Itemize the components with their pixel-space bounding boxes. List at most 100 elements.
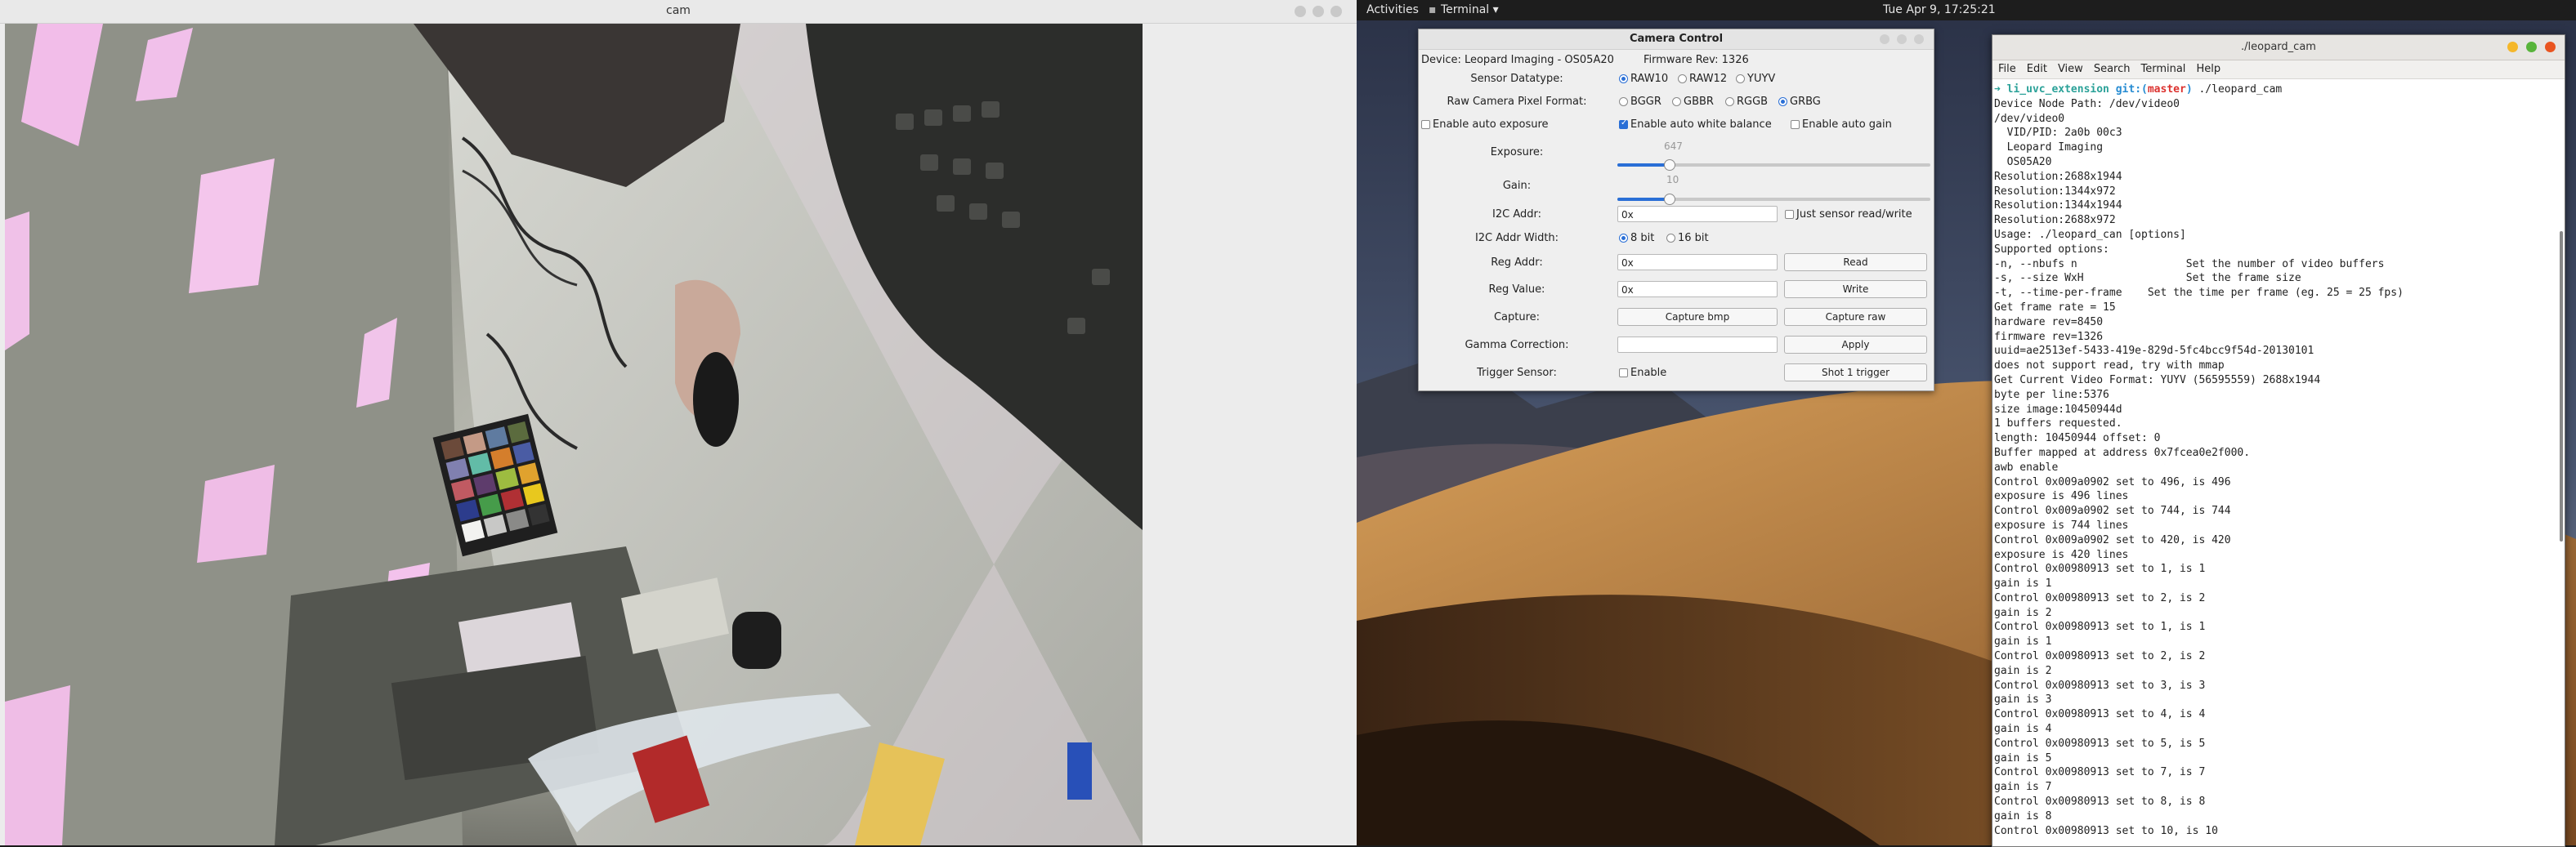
maximize-button[interactable] <box>2526 42 2537 52</box>
terminal-output[interactable]: ➜ li_uvc_extension git:(master) ./leopar… <box>1994 82 2553 845</box>
checkbox-indicator <box>1619 118 1628 129</box>
radio-indicator <box>1678 74 1687 83</box>
camera-control-title: Camera Control <box>1629 33 1724 45</box>
radio-rggb[interactable]: RGGB <box>1725 96 1768 108</box>
prompt-arrow: ➜ <box>1994 83 2001 96</box>
close-button[interactable] <box>1914 34 1924 44</box>
radio-label: RGGB <box>1737 96 1769 108</box>
radio-16bit[interactable]: 16 bit <box>1666 232 1709 244</box>
reg-value-label: Reg Value: <box>1488 283 1545 296</box>
radio-label: RAW10 <box>1630 73 1669 85</box>
menu-edit[interactable]: Edit <box>2021 60 2052 75</box>
auto-gain-checkbox[interactable]: Enable auto gain <box>1791 118 1892 131</box>
terminal-line: gain is 4 <box>1994 723 2052 736</box>
minimize-button[interactable] <box>1880 34 1890 44</box>
terminal-line: uuid=ae2513ef-5433-419e-829d-5fc4bcc9f54… <box>1994 345 2314 358</box>
exposure-slider-fill <box>1617 163 1670 167</box>
camera-control-titlebar[interactable]: Camera Control <box>1419 29 1934 50</box>
terminal-line: Control 0x00980913 set to 2, is 2 <box>1994 650 2206 663</box>
shot-trigger-button[interactable]: Shot 1 trigger <box>1784 363 1927 381</box>
terminal-line: 1 buffers requested. <box>1994 417 2122 430</box>
terminal-scrollbar[interactable] <box>2560 231 2563 542</box>
read-button[interactable]: Read <box>1784 253 1927 271</box>
terminal-line: gain is 5 <box>1994 751 2052 765</box>
just-sensor-checkbox[interactable]: Just sensor read/write <box>1785 208 1912 221</box>
cam-window: cam <box>0 0 1357 845</box>
firmware-label: Firmware Rev: 1326 <box>1644 54 1749 66</box>
terminal-title: ./leopard_cam <box>2241 41 2316 53</box>
menu-view[interactable]: View <box>2052 60 2088 75</box>
write-button[interactable]: Write <box>1784 280 1927 298</box>
terminal-line: Resolution:2688x1944 <box>1994 170 2122 183</box>
terminal-line: Control 0x00980913 set to 7, is 7 <box>1994 766 2206 779</box>
reg-addr-input[interactable]: 0x <box>1617 254 1778 270</box>
terminal-line: Control 0x00980913 set to 5, is 5 <box>1994 737 2206 750</box>
terminal-window: ./leopard_cam File Edit View Search Terminal… <box>1992 34 2565 847</box>
device-label: Device: Leopard Imaging - OS05A20 <box>1421 54 1614 66</box>
i2c-addr-input[interactable]: 0x <box>1617 206 1778 222</box>
radio-bggr[interactable]: BGGR <box>1619 96 1661 108</box>
gamma-input[interactable] <box>1617 337 1778 353</box>
apply-button[interactable]: Apply <box>1784 336 1927 354</box>
terminal-titlebar[interactable]: ./leopard_cam <box>1992 35 2565 60</box>
top-bar: Activities ▪ Terminal ▾ Tue Apr 9, 17:25… <box>1357 0 2576 20</box>
capture-raw-button[interactable]: Capture raw <box>1784 308 1927 326</box>
minimize-button[interactable] <box>1295 6 1306 17</box>
gain-slider-handle[interactable] <box>1664 194 1675 205</box>
radio-raw10[interactable]: RAW10 <box>1619 73 1668 85</box>
terminal-line: Buffer mapped at address 0x7fcea0e2f000. <box>1994 446 2251 459</box>
terminal-line: exposure is 496 lines <box>1994 490 2129 503</box>
checkbox-label: Enable auto gain <box>1802 118 1892 131</box>
terminal-line: exposure is 420 lines <box>1994 548 2129 561</box>
clock[interactable]: Tue Apr 9, 17:25:21 <box>1883 3 1996 16</box>
close-button[interactable] <box>2545 42 2556 52</box>
terminal-line: gain is 8 <box>1994 809 2052 822</box>
app-menu[interactable]: Terminal ▾ <box>1441 3 1499 16</box>
terminal-line: Control 0x009a0902 set to 420, is 420 <box>1994 533 2231 546</box>
checkbox-indicator <box>1785 210 1794 219</box>
radio-indicator <box>1725 97 1734 106</box>
maximize-button[interactable] <box>1897 34 1907 44</box>
radio-8bit[interactable]: 8 bit <box>1619 232 1654 244</box>
terminal-line: Control 0x00980913 set to 1, is 1 <box>1994 621 2206 634</box>
terminal-line: OS05A20 <box>1994 155 2052 168</box>
terminal-line: hardware rev=8450 <box>1994 315 2104 328</box>
radio-grbg[interactable]: GRBG <box>1778 96 1821 108</box>
i2c-addr-label: I2C Addr: <box>1492 208 1541 221</box>
trigger-enable-checkbox[interactable]: Enable <box>1619 367 1666 379</box>
auto-white-balance-checkbox[interactable]: Enable auto white balance <box>1619 118 1772 131</box>
sensor-datatype-label: Sensor Datatype: <box>1470 73 1563 85</box>
radio-label: 16 bit <box>1678 232 1709 244</box>
close-button[interactable] <box>1330 6 1342 17</box>
terminal-line: Control 0x00980913 set to 4, is 4 <box>1994 708 2206 721</box>
checkbox-label: Enable <box>1630 367 1667 379</box>
terminal-line: exposure is 744 lines <box>1994 519 2129 532</box>
trigger-label: Trigger Sensor: <box>1477 367 1557 379</box>
menu-file[interactable]: File <box>1992 60 2021 75</box>
terminal-line: VID/PID: 2a0b 00c3 <box>1994 127 2122 140</box>
terminal-line: Leopard Imaging <box>1994 141 2104 154</box>
menu-search[interactable]: Search <box>2088 60 2135 75</box>
maximize-button[interactable] <box>1313 6 1324 17</box>
menu-terminal[interactable]: Terminal <box>2135 60 2190 75</box>
capture-bmp-button[interactable]: Capture bmp <box>1617 308 1778 326</box>
menu-help[interactable]: Help <box>2190 60 2225 75</box>
gain-slider-fill <box>1617 198 1670 201</box>
minimize-button[interactable] <box>2507 42 2518 52</box>
cam-titlebar[interactable]: cam <box>0 0 1357 24</box>
terminal-line: Resolution:1344x972 <box>1994 185 2116 198</box>
radio-yuyv[interactable]: YUYV <box>1736 73 1775 85</box>
radio-gbbr[interactable]: GBBR <box>1672 96 1714 108</box>
checkbox-indicator <box>1791 120 1800 129</box>
checkbox-label: Enable auto exposure <box>1433 118 1549 131</box>
camera-feed-image <box>5 24 1143 845</box>
checkbox-label: Enable auto white balance <box>1630 118 1772 131</box>
reg-value-input[interactable]: 0x <box>1617 281 1778 297</box>
radio-raw12[interactable]: RAW12 <box>1678 73 1727 85</box>
radio-label: YUYV <box>1747 73 1776 85</box>
prompt-repo: li_uvc_extension <box>2006 83 2109 96</box>
auto-exposure-checkbox[interactable]: Enable auto exposure <box>1421 118 1549 131</box>
gain-label: Gain: <box>1502 180 1532 192</box>
activities-button[interactable]: Activities <box>1366 3 1419 16</box>
exposure-slider-handle[interactable] <box>1664 159 1675 171</box>
